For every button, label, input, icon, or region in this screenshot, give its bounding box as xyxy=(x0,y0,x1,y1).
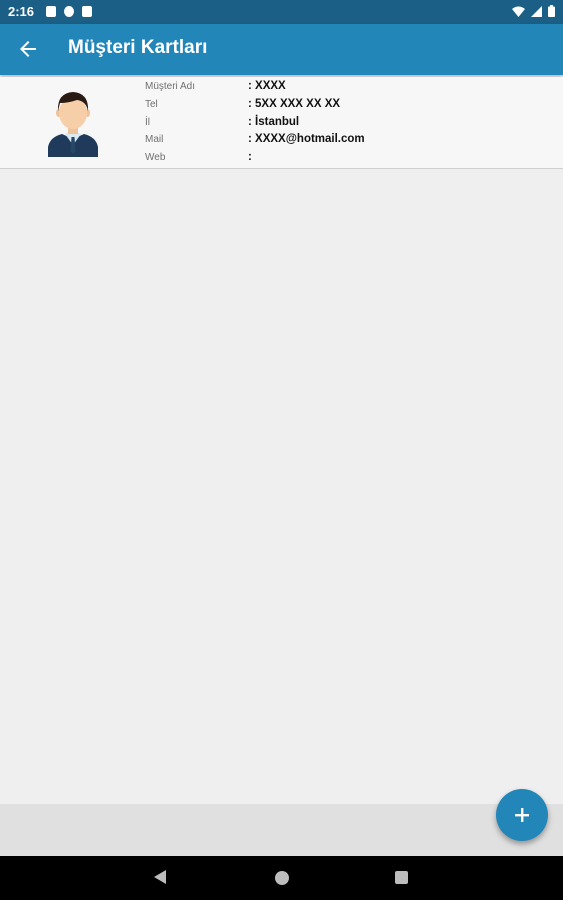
notification-f-icon xyxy=(64,6,74,17)
battery-icon xyxy=(548,5,555,17)
field-phone: Tel : 5XX XXX XX XX xyxy=(145,98,563,115)
signal-icon xyxy=(531,5,542,17)
customer-card[interactable]: Müşteri Adı : XXXX Tel : 5XX XXX XX XX İ… xyxy=(0,77,563,169)
system-icons xyxy=(512,5,555,17)
field-customer-name: Müşteri Adı : XXXX xyxy=(145,80,563,97)
bottom-strip xyxy=(0,804,563,856)
add-customer-button[interactable] xyxy=(496,789,548,841)
wifi-icon xyxy=(512,6,525,17)
status-time: 2:16 xyxy=(8,4,35,19)
notification-a-icon xyxy=(46,6,56,17)
field-label: Müşteri Adı xyxy=(145,81,196,92)
plus-icon xyxy=(515,808,529,822)
nav-home-icon[interactable] xyxy=(275,871,289,885)
arrow-left-icon xyxy=(20,41,36,57)
field-city: İl : İstanbul xyxy=(145,116,563,133)
field-value: : İstanbul xyxy=(248,116,300,128)
avatar xyxy=(48,92,98,157)
system-nav-bar xyxy=(0,856,563,900)
field-value: : XXXX@hotmail.com xyxy=(248,133,365,145)
field-value: : XXXX xyxy=(248,80,286,92)
sd-card-icon xyxy=(82,6,92,17)
field-label: Tel xyxy=(145,99,158,110)
nav-recents-icon[interactable] xyxy=(395,871,408,884)
app-bar: Müşteri Kartları xyxy=(0,24,563,75)
nav-back-icon[interactable] xyxy=(153,869,167,885)
field-label: Web xyxy=(145,152,166,163)
page-title: Müşteri Kartları xyxy=(68,37,208,58)
field-web: Web : xyxy=(145,151,563,168)
field-value: : xyxy=(248,151,252,163)
status-bar: 2:16 xyxy=(0,0,563,24)
field-mail: Mail : XXXX@hotmail.com xyxy=(145,133,563,150)
notification-icons xyxy=(46,6,92,17)
back-button[interactable] xyxy=(16,37,40,61)
field-label: İl xyxy=(145,117,150,128)
field-value: : 5XX XXX XX XX xyxy=(248,98,341,110)
field-label: Mail xyxy=(145,134,164,145)
